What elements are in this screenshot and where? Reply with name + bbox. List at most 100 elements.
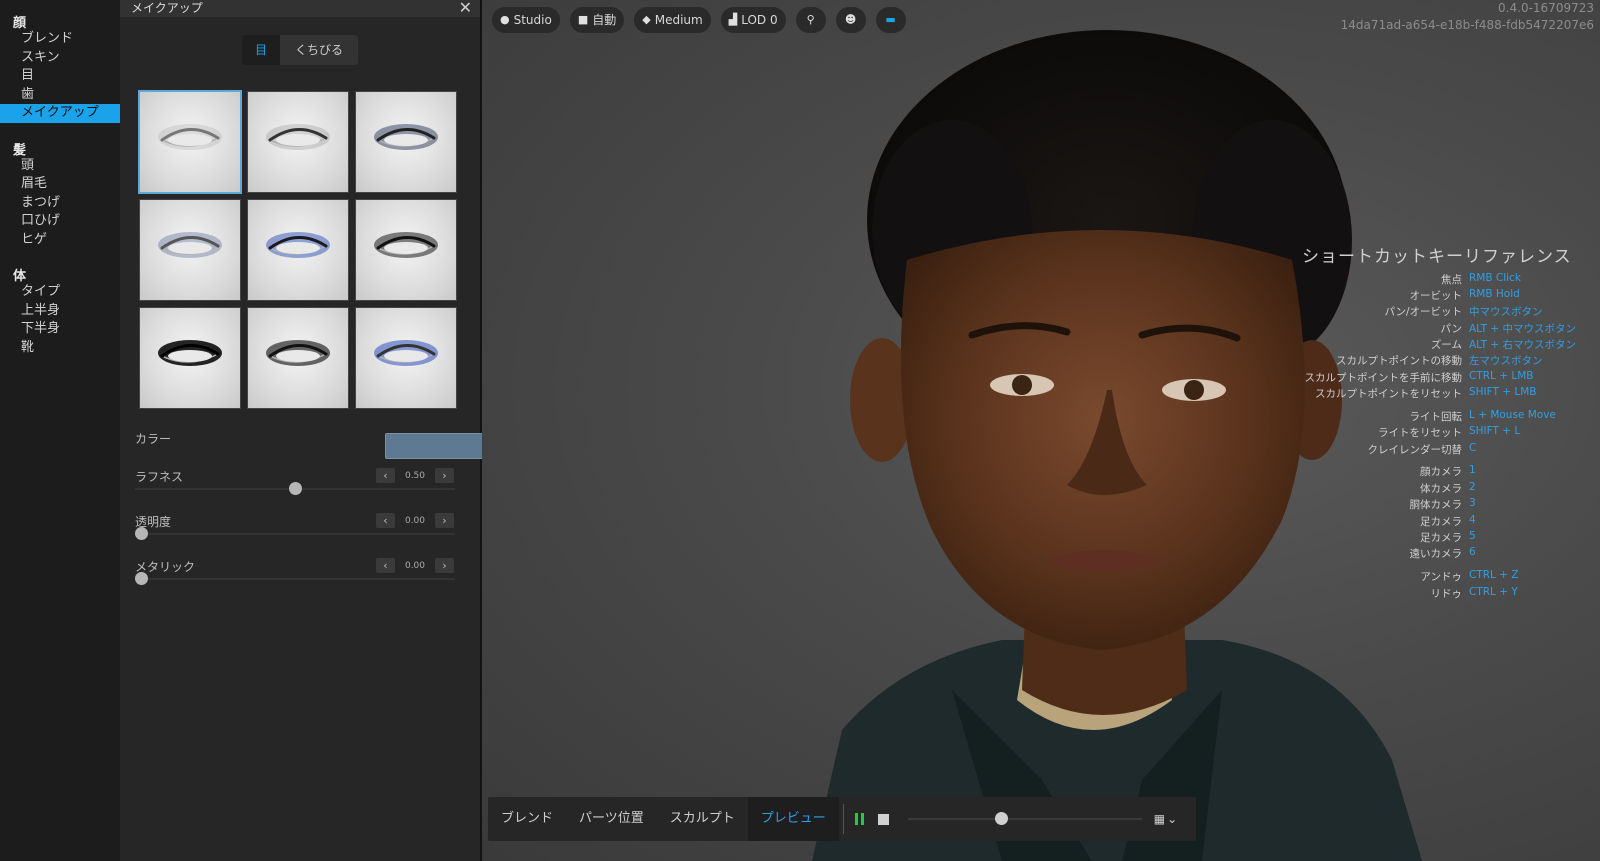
shortcut-action: ライトをリセット — [1378, 427, 1462, 439]
sidebar-item-makeup[interactable]: メイクアップ — [0, 104, 120, 123]
close-icon[interactable]: ✕ — [459, 0, 472, 16]
category-title-body[interactable]: 体 — [0, 259, 120, 284]
roughness-value[interactable]: 0.50 — [395, 471, 435, 481]
timeline-slider[interactable] — [907, 812, 1142, 825]
shortcut-action: オービット — [1409, 290, 1463, 302]
roughness-increment-button[interactable]: › — [435, 468, 454, 483]
makeup-tab-switch: 目 くちびる — [242, 35, 358, 65]
camera-button[interactable]: ■ 自動 — [569, 7, 625, 33]
shortcut-row: 顔カメラ 1 — [1282, 464, 1600, 480]
metallic-slider-track[interactable] — [135, 578, 455, 580]
opacity-value[interactable]: 0.00 — [395, 516, 435, 526]
shortcut-key: ALT + 右マウスボタン — [1469, 339, 1576, 351]
build-version: 0.4.0-16709723 — [1498, 1, 1594, 15]
metallic-decrement-button[interactable]: ‹ — [376, 558, 395, 573]
shortcut-row: アンドゥ CTRL + Z — [1282, 569, 1600, 585]
shortcut-key: 4 — [1469, 514, 1476, 526]
opacity-decrement-button[interactable]: ‹ — [376, 513, 395, 528]
shortcut-key: CTRL + Z — [1469, 569, 1519, 581]
shortcut-key: SHIFT + L — [1469, 425, 1521, 437]
lighting-button[interactable]: ● Studio — [492, 7, 560, 33]
opacity-increment-button[interactable]: › — [435, 513, 454, 528]
sidebar-item-eyes[interactable]: 目 — [0, 67, 120, 86]
tab-part-position[interactable]: パーツ位置 — [566, 797, 657, 841]
sidebar-item-beard[interactable]: ヒゲ — [0, 231, 120, 250]
makeup-preset-thumbnail[interactable] — [247, 307, 349, 409]
opacity-slider-knob[interactable] — [135, 527, 148, 540]
makeup-preset-thumbnail[interactable] — [355, 91, 457, 193]
shortcut-key: 左マウスボタン — [1469, 355, 1543, 367]
shortcut-action: 足カメラ — [1420, 516, 1462, 528]
makeup-preset-thumbnail[interactable] — [139, 307, 241, 409]
category-title-hair[interactable]: 髪 — [0, 133, 120, 158]
metallic-increment-button[interactable]: › — [435, 558, 454, 573]
3d-viewport[interactable]: ● Studio ■ 自動 ◆ Medium ▟ LOD 0 ⚲ ☻ ▬ 0.4… — [482, 0, 1600, 861]
keyboard-shortcuts-button[interactable]: ▬ — [875, 7, 906, 33]
shortcut-row: クレイレンダー切替 C — [1282, 442, 1600, 458]
metallic-slider-knob[interactable] — [135, 572, 148, 585]
film-icon: ▦ — [1153, 812, 1166, 826]
shortcut-row: 足カメラ 5 — [1282, 530, 1600, 546]
lod-button[interactable]: ▟ LOD 0 — [720, 7, 786, 33]
category-group-hair: 髪 頭 眉毛 まつげ 口ひげ ヒゲ — [0, 133, 120, 250]
makeup-preset-thumbnail[interactable] — [355, 307, 457, 409]
animation-select-button[interactable]: ▦ ⌄ — [1154, 812, 1177, 826]
category-group-body: 体 タイプ 上半身 下半身 靴 — [0, 259, 120, 357]
shortcut-key: C — [1469, 442, 1477, 454]
pause-button[interactable] — [850, 809, 870, 829]
makeup-preset-thumbnail[interactable] — [355, 199, 457, 301]
makeup-preset-thumbnail[interactable] — [138, 90, 242, 194]
skeleton-toggle-button[interactable]: ⚲ — [795, 7, 826, 33]
shortcut-key: SHIFT + LMB — [1469, 386, 1537, 398]
roughness-stepper: ‹ 0.50 › — [376, 468, 454, 483]
shortcut-action: 遠いカメラ — [1409, 548, 1463, 560]
opacity-slider-track[interactable] — [135, 533, 455, 535]
roughness-slider-knob[interactable] — [288, 482, 302, 495]
tab-sculpt[interactable]: スカルプト — [657, 797, 748, 841]
tab-eyes[interactable]: 目 — [242, 35, 280, 65]
shortcut-action: ライト回転 — [1409, 411, 1463, 423]
makeup-preset-thumbnail[interactable] — [247, 91, 349, 193]
shortcut-action: 顔カメラ — [1420, 466, 1462, 478]
stop-button[interactable] — [874, 809, 894, 829]
sidebar-item-eyelashes[interactable]: まつげ — [0, 194, 120, 213]
shortcut-key: 3 — [1469, 497, 1476, 509]
bone-icon: ⚲ — [806, 13, 815, 26]
makeup-preset-thumbnail[interactable] — [139, 199, 241, 301]
tab-blend[interactable]: ブレンド — [488, 797, 566, 841]
clay-render-toggle-button[interactable]: ☻ — [835, 7, 866, 33]
shortcut-key: 2 — [1469, 481, 1476, 493]
chevron-down-icon: ⌄ — [1167, 812, 1178, 826]
roughness-decrement-button[interactable]: ‹ — [376, 468, 395, 483]
timeline-knob[interactable] — [995, 812, 1009, 825]
makeup-preset-thumbnail[interactable] — [247, 199, 349, 301]
sidebar-item-lower-body[interactable]: 下半身 — [0, 320, 120, 339]
shortcut-action: 体カメラ — [1420, 483, 1462, 495]
shortcut-action: スカルプトポイントをリセット — [1315, 388, 1462, 400]
sidebar-item-blend[interactable]: ブレンド — [0, 30, 120, 49]
tab-preview[interactable]: プレビュー — [747, 797, 839, 841]
tab-lips[interactable]: くちびる — [280, 35, 358, 65]
shortcut-action: リドゥ — [1430, 588, 1463, 600]
metallic-value[interactable]: 0.00 — [395, 561, 435, 571]
color-label: カラー — [135, 432, 172, 446]
sidebar-item-type[interactable]: タイプ — [0, 283, 120, 302]
sidebar-item-teeth[interactable]: 歯 — [0, 86, 120, 105]
shortcut-row: パン ALT + 中マウスボタン — [1282, 321, 1600, 337]
quality-button[interactable]: ◆ Medium — [634, 7, 711, 33]
lod-label: LOD 0 — [741, 13, 778, 27]
sidebar-item-head[interactable]: 頭 — [0, 157, 120, 176]
metallic-stepper: ‹ 0.00 › — [376, 558, 454, 573]
category-title-face[interactable]: 顔 — [0, 6, 120, 31]
diamond-icon: ◆ — [642, 13, 651, 26]
sidebar-item-mustache[interactable]: 口ひげ — [0, 212, 120, 231]
shortcut-key: 5 — [1469, 530, 1476, 542]
sidebar-item-shoes[interactable]: 靴 — [0, 339, 120, 358]
sidebar-item-upper-body[interactable]: 上半身 — [0, 302, 120, 321]
opacity-stepper: ‹ 0.00 › — [376, 513, 454, 528]
lightbulb-icon: ● — [500, 13, 510, 26]
sidebar-item-skin[interactable]: スキン — [0, 49, 120, 68]
viewport-toolbar: ● Studio ■ 自動 ◆ Medium ▟ LOD 0 ⚲ ☻ ▬ — [492, 7, 906, 33]
shortcut-row: 足カメラ 4 — [1282, 514, 1600, 530]
sidebar-item-eyebrows[interactable]: 眉毛 — [0, 175, 120, 194]
